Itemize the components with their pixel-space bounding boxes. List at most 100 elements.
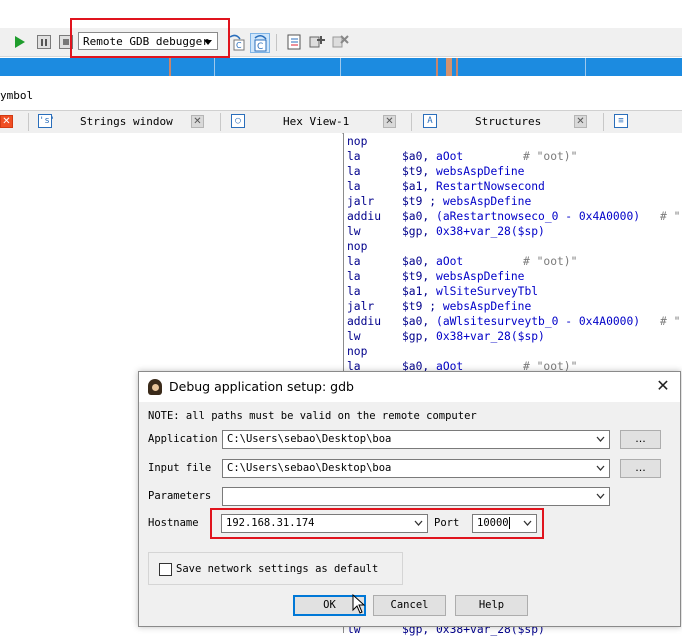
svg-text:C: C (236, 41, 242, 50)
code-line[interactable]: nop (347, 239, 402, 254)
step-over-button[interactable]: C (250, 33, 270, 53)
step-into-button[interactable]: C (228, 33, 246, 51)
code-line[interactable]: jalr $t9 ; websAspDefine (347, 194, 531, 209)
code-register: $a0, (402, 150, 430, 163)
hex-view-icon: ◯ (231, 114, 245, 128)
symbol-label: ymbol (0, 89, 34, 102)
code-comment: # " (660, 315, 681, 328)
code-line[interactable]: la $a1, RestartNowsecond (347, 179, 545, 194)
code-line[interactable]: nop (347, 134, 402, 149)
delete-breakpoint-button[interactable] (331, 33, 349, 51)
code-operand[interactable]: (aWlsitesurveytb_0 - 0x4A0000) (436, 315, 640, 328)
code-line[interactable]: lw $gp, 0x38+var_28($sp) (347, 224, 545, 239)
tab-label: Structures (475, 115, 542, 128)
code-operand[interactable]: websAspDefine (436, 165, 524, 178)
close-tab-button[interactable]: ✕ (383, 115, 396, 128)
navigator-marker (456, 58, 458, 76)
step-over-icon: C (254, 35, 267, 52)
code-operand[interactable]: aOot (436, 255, 463, 268)
help-button[interactable]: Help (455, 595, 528, 616)
tab-separator (220, 113, 221, 131)
tab-structures[interactable]: A Structures (423, 111, 583, 133)
hostname-port-highlight (210, 508, 544, 539)
code-separator: ; (422, 300, 437, 313)
cancel-button[interactable]: Cancel (373, 595, 446, 616)
code-line[interactable]: la $t9, websAspDefine (347, 164, 524, 179)
code-line[interactable]: la $a0, aOot # "oot)" (347, 254, 577, 269)
code-operand[interactable]: (aRestartnowseco_0 - 0x4A0000) (436, 210, 640, 223)
chevron-down-icon (596, 465, 605, 471)
pause-process-button[interactable] (35, 33, 53, 51)
code-line[interactable]: addiu $a0, (aWlsitesurveytb_0 - 0x4A0000)… (347, 314, 680, 329)
chevron-down-icon (596, 436, 605, 442)
code-comment: # "oot)" (523, 150, 578, 163)
code-line[interactable]: la $a1, wlSiteSurveyTbl (347, 284, 538, 299)
code-operand[interactable]: aOot (436, 150, 463, 163)
code-mnemonic: la (347, 150, 361, 163)
application-combo[interactable]: C:\Users\sebao\Desktop\boa (222, 430, 610, 449)
code-mnemonic: lw (347, 330, 361, 343)
tab-enums[interactable]: ≡ (614, 111, 682, 133)
code-register: $a1, (402, 180, 430, 193)
code-mnemonic: jalr (347, 195, 375, 208)
code-register: $gp, (402, 330, 430, 343)
code-operand[interactable]: websAspDefine (443, 195, 531, 208)
start-process-button[interactable] (11, 33, 29, 51)
breakpoint-list-button[interactable] (285, 33, 303, 51)
code-mnemonic: la (347, 180, 361, 193)
navigator-marker (214, 58, 215, 76)
application-label: Application (148, 433, 218, 445)
application-browse-button[interactable]: ... (620, 430, 661, 449)
code-operand[interactable]: websAspDefine (436, 270, 524, 283)
code-mnemonic: la (347, 285, 361, 298)
close-icon[interactable]: ✕ (654, 377, 672, 395)
code-operand[interactable]: RestartNowsecond (436, 180, 545, 193)
navigator-current-position (446, 58, 452, 76)
code-line[interactable]: nop (347, 344, 402, 359)
tab-separator (411, 113, 412, 131)
close-tab-button[interactable]: ✕ (0, 115, 13, 128)
code-register: $a0, (402, 315, 430, 328)
code-line[interactable]: addiu $a0, (aRestartnowseco_0 - 0x4A0000)… (347, 209, 680, 224)
list-icon (287, 34, 301, 50)
code-mnemonic: la (347, 165, 361, 178)
code-mnemonic: nop (347, 240, 368, 253)
code-register: $a0, (402, 255, 430, 268)
code-operand[interactable]: websAspDefine (443, 300, 531, 313)
close-tab-button[interactable]: ✕ (191, 115, 204, 128)
parameters-combo[interactable] (222, 487, 610, 506)
input-file-combo[interactable]: C:\Users\sebao\Desktop\boa (222, 459, 610, 478)
chevron-down-icon (596, 493, 605, 499)
add-breakpoint-button[interactable] (308, 33, 326, 51)
code-line[interactable]: jalr $t9 ; websAspDefine (347, 299, 531, 314)
code-operand[interactable]: 0x38+var_28($sp) (436, 330, 545, 343)
code-line[interactable]: la $a0, aOot # "oot)" (347, 149, 577, 164)
code-mnemonic: nop (347, 345, 368, 358)
pause-icon (37, 35, 51, 49)
code-register: $t9, (402, 270, 430, 283)
code-comment: # " (660, 210, 681, 223)
enums-icon: ≡ (614, 114, 628, 128)
save-network-settings-checkbox[interactable] (159, 563, 172, 576)
navigator-marker (585, 58, 586, 76)
code-operand[interactable]: wlSiteSurveyTbl (436, 285, 538, 298)
input-file-value: C:\Users\sebao\Desktop\boa (227, 462, 392, 474)
close-tab-button[interactable]: ✕ (574, 115, 587, 128)
navigator-band[interactable] (0, 58, 682, 76)
navigator-marker (436, 58, 438, 76)
tab-hex-view[interactable]: ◯ Hex View-1 (231, 111, 391, 133)
code-line[interactable]: la $t9, websAspDefine (347, 269, 524, 284)
dialog-title: Debug application setup: gdb (169, 379, 354, 394)
parameters-label: Parameters (148, 490, 212, 502)
mouse-pointer-icon (352, 594, 366, 614)
code-comment: # "oot)" (523, 255, 578, 268)
code-line[interactable]: lw $gp, 0x38+var_28($sp) (347, 329, 545, 344)
input-file-label: Input file (148, 462, 212, 474)
code-operand[interactable]: 0x38+var_28($sp) (436, 225, 545, 238)
code-mnemonic: lw (347, 225, 361, 238)
navigator-marker (340, 58, 341, 76)
toolbar-separator (276, 34, 277, 51)
app-icon (148, 379, 162, 395)
input-file-browse-button[interactable]: ... (620, 459, 661, 478)
tab-bar: ✕ 's' Strings window ✕ ◯ Hex View-1 ✕ A … (0, 110, 682, 134)
